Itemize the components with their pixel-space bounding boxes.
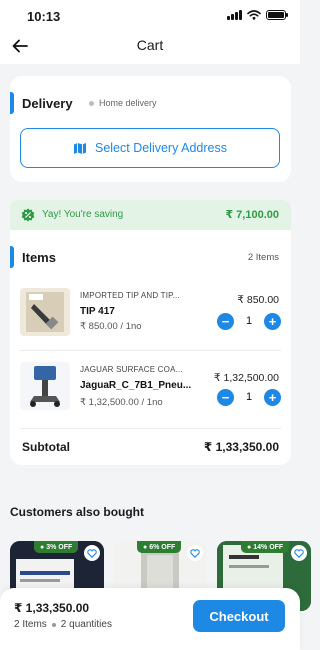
discount-badge: ● 3% OFF (34, 541, 79, 553)
subtotal-value: ₹ 1,33,350.00 (203, 440, 279, 454)
item-total: ₹ 1,32,500.00 (213, 372, 279, 384)
item-name: JAGUAR SURFACE COA... (80, 365, 183, 374)
wifi-icon (247, 10, 261, 20)
status-icons (227, 10, 288, 20)
subtotal-label: Subtotal (22, 440, 70, 454)
quantity-stepper: − 1 + (217, 388, 281, 406)
items-count: 2 Items (247, 252, 279, 263)
discount-text: 3% OFF (46, 543, 73, 551)
battery-icon (266, 10, 288, 20)
discount-tag-icon: ● (247, 543, 252, 551)
quantity-stepper: − 1 + (217, 312, 281, 330)
separator-dot (89, 101, 94, 106)
subtotal-divider (20, 428, 281, 429)
discount-badge: ● 14% OFF (241, 541, 290, 553)
select-address-label: Select Delivery Address (94, 141, 227, 155)
item-name: IMPORTED TIP AND TIP... (80, 291, 180, 300)
discount-tag-icon: ● (143, 543, 148, 551)
also-bought-title: Customers also bought (10, 505, 145, 519)
item-total: ₹ 850.00 (237, 294, 279, 306)
decrease-quantity-button[interactable]: − (217, 388, 234, 406)
product-image[interactable] (20, 362, 70, 410)
item-unit-price: ₹ 850.00 / 1no (80, 321, 142, 332)
discount-text: 14% OFF (253, 543, 284, 551)
signal-icon (227, 10, 242, 20)
cart-total: ₹ 1,33,350.00 (14, 601, 90, 615)
product-image[interactable] (20, 288, 70, 336)
quantity-value: 1 (245, 391, 253, 403)
quantities-summary: 2 quantities (60, 619, 112, 630)
savings-banner: Yay! You're saving ₹ 7,100.00 (10, 200, 291, 230)
savings-amount: ₹ 7,100.00 (225, 209, 279, 221)
item-code: JaguaR_C_7B1_Pneu... (80, 380, 192, 391)
items-card: Items 2 Items IMPORTED TIP AND TIP... TI… (10, 230, 291, 465)
delivery-title: Delivery (22, 96, 73, 111)
cart-summary: 2 Items 2 quantities (14, 619, 112, 630)
app-header: Cart (0, 30, 300, 64)
page-title: Cart (136, 37, 164, 53)
increase-quantity-button[interactable]: + (264, 388, 281, 406)
discount-badge-icon (21, 208, 35, 222)
delivery-card: Delivery Home delivery Select Delivery A… (10, 76, 291, 182)
quantity-value: 1 (245, 315, 253, 327)
cart-item: IMPORTED TIP AND TIP... TIP 417 ₹ 850.00… (10, 282, 291, 372)
section-accent (10, 92, 14, 114)
delivery-mode: Home delivery (99, 98, 157, 108)
savings-text: Yay! You're saving (42, 209, 124, 220)
status-bar: 10:13 (0, 0, 300, 30)
item-unit-price: ₹ 1,32,500.00 / 1no (80, 397, 163, 408)
map-icon (73, 142, 86, 154)
discount-tag-icon: ● (40, 543, 45, 551)
section-accent (10, 246, 14, 268)
separator-dot (51, 622, 56, 627)
select-delivery-address-button[interactable]: Select Delivery Address (20, 128, 280, 168)
cart-item: JAGUAR SURFACE COA... JaguaR_C_7B1_Pneu.… (10, 360, 291, 450)
decrease-quantity-button[interactable]: − (217, 312, 234, 330)
item-divider (20, 350, 281, 351)
status-time: 10:13 (27, 9, 61, 24)
wishlist-heart-icon[interactable] (187, 545, 203, 561)
item-code: TIP 417 (80, 306, 115, 317)
checkout-bar: ₹ 1,33,350.00 2 Items 2 quantities Check… (0, 588, 300, 650)
discount-badge: ● 6% OFF (137, 541, 182, 553)
checkout-button[interactable]: Checkout (193, 600, 285, 632)
wishlist-heart-icon[interactable] (291, 545, 307, 561)
wishlist-heart-icon[interactable] (84, 545, 100, 561)
items-count-summary: 2 Items (14, 619, 47, 630)
increase-quantity-button[interactable]: + (264, 312, 281, 330)
items-title: Items (22, 250, 56, 265)
discount-text: 6% OFF (149, 543, 176, 551)
